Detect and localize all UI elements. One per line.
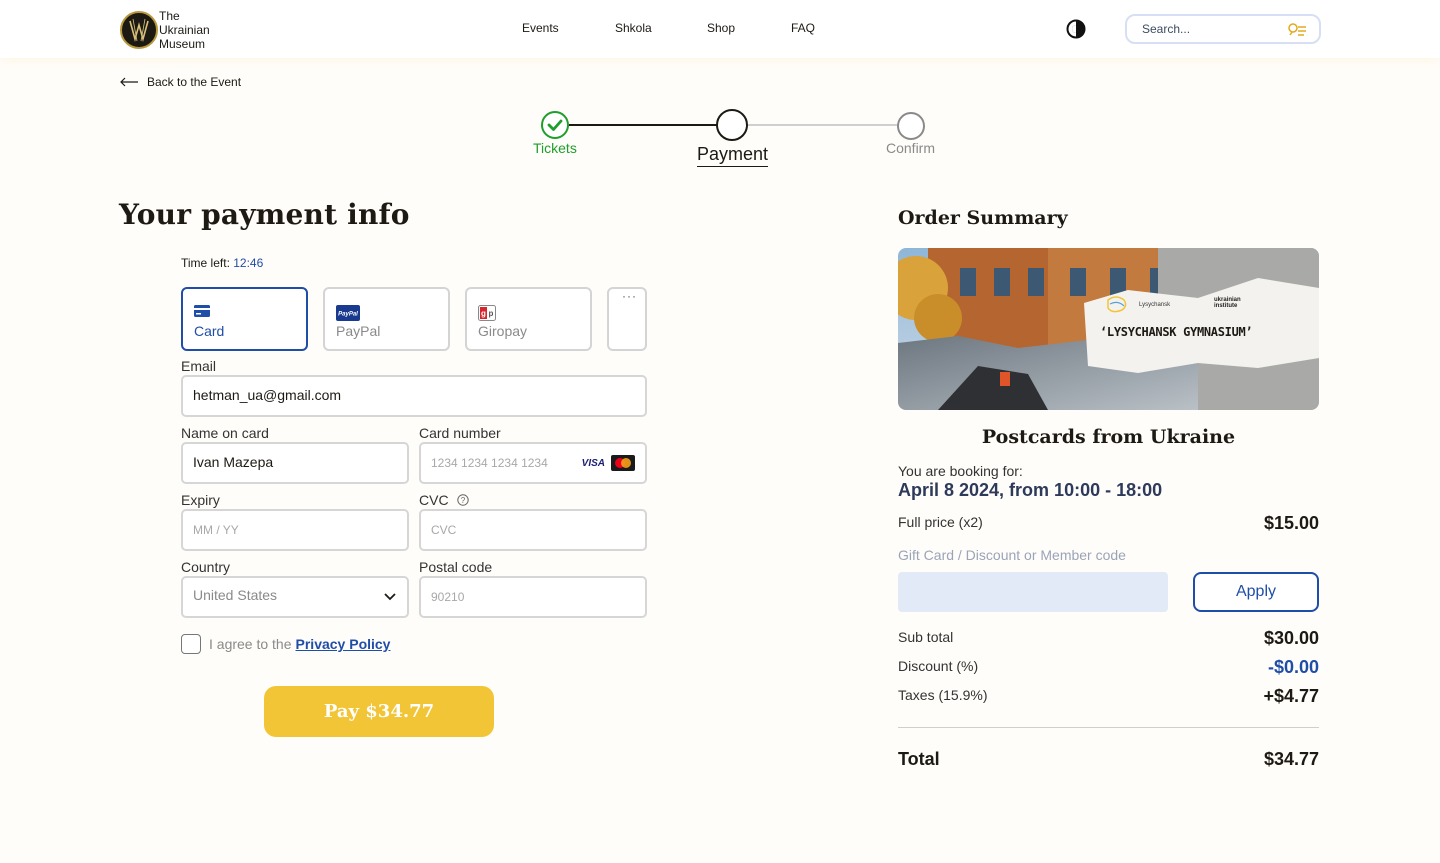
payment-method-label: Giropay xyxy=(478,323,528,339)
payment-method-label: Card xyxy=(194,323,225,339)
cvc-input[interactable] xyxy=(431,521,635,537)
card-number-field[interactable]: VISA xyxy=(419,442,647,484)
card-number-input[interactable] xyxy=(431,454,581,470)
card-icon xyxy=(194,305,210,317)
card-brands: VISA xyxy=(582,455,635,471)
stepper-line-upcoming xyxy=(747,124,898,126)
subtotal-label: Sub total xyxy=(898,629,954,645)
full-price-label: Full price (x2) xyxy=(898,514,983,530)
cvc-label: CVC xyxy=(419,492,449,508)
svg-text:PayPal: PayPal xyxy=(338,312,358,318)
privacy-policy-link[interactable]: Privacy Policy xyxy=(296,636,391,652)
card-number-label: Card number xyxy=(419,425,501,441)
mastercard-icon xyxy=(611,455,635,471)
paypal-icon: PayPal xyxy=(336,305,360,321)
name-on-card-input[interactable] xyxy=(193,454,397,470)
payment-method-paypal[interactable]: PayPal PayPal xyxy=(323,287,450,351)
giropay-icon: g p xyxy=(478,305,496,321)
visa-icon: VISA xyxy=(581,457,605,469)
step-payment xyxy=(716,109,748,141)
discount-code-label: Gift Card / Discount or Member code xyxy=(898,547,1126,563)
privacy-agreement: I agree to the Privacy Policy xyxy=(181,634,390,654)
step-confirm-label: Confirm xyxy=(886,140,936,156)
banner-org-right: ukrainian institute xyxy=(1214,297,1241,309)
stepper-line-done xyxy=(569,124,717,126)
cvc-field[interactable] xyxy=(419,509,647,551)
time-left-value: 12:46 xyxy=(233,256,264,270)
summary-divider xyxy=(898,727,1319,728)
email-input[interactable] xyxy=(193,387,635,403)
subtotal-value: $30.00 xyxy=(1263,628,1319,648)
expiry-input[interactable] xyxy=(193,521,397,537)
email-label: Email xyxy=(181,358,217,374)
help-icon[interactable]: ? xyxy=(456,494,469,506)
country-select[interactable]: United States xyxy=(181,576,409,618)
order-summary-title: Order Summary xyxy=(898,207,1068,229)
booking-for-label: You are booking for: xyxy=(898,463,1023,479)
taxes-label: Taxes (15.9%) xyxy=(898,687,988,703)
checkout-stepper: Tickets Payment Confirm xyxy=(0,0,1440,180)
email-field[interactable] xyxy=(181,375,647,417)
total-label: Total xyxy=(898,749,940,769)
discount-label: Discount (%) xyxy=(898,658,979,674)
svg-text:?: ? xyxy=(460,496,465,505)
time-left-label: Time left: xyxy=(181,256,230,270)
pay-button[interactable]: Pay $34.77 xyxy=(264,686,494,737)
agree-text: I agree to the xyxy=(209,636,292,652)
more-label: ··· xyxy=(622,289,637,303)
postal-code-input[interactable] xyxy=(431,588,635,604)
step-tickets-label: Tickets xyxy=(533,140,577,156)
expiry-label: Expiry xyxy=(181,492,220,508)
event-name: Postcards from Ukraine xyxy=(981,426,1236,448)
step-tickets[interactable] xyxy=(541,111,569,139)
banner-title: ‘LYSYCHANSK GYMNASIUM’ xyxy=(1100,325,1253,339)
checkmark-icon xyxy=(547,119,563,131)
payment-method-label: PayPal xyxy=(336,323,381,339)
postal-code-label: Postal code xyxy=(419,559,493,575)
step-confirm xyxy=(897,112,925,140)
full-price-value: $15.00 xyxy=(1263,513,1319,533)
expiry-field[interactable] xyxy=(181,509,409,551)
taxes-value: +$4.77 xyxy=(1263,686,1319,706)
name-on-card-label: Name on card xyxy=(181,425,269,441)
more-payment-methods-button[interactable]: ··· xyxy=(607,287,647,351)
discount-code-input[interactable] xyxy=(898,572,1168,612)
country-label: Country xyxy=(181,559,231,575)
name-on-card-field[interactable] xyxy=(181,442,409,484)
step-payment-label: Payment xyxy=(697,144,769,167)
time-left: Time left: 12:46 xyxy=(181,256,263,270)
apply-button[interactable]: Apply xyxy=(1193,572,1319,612)
svg-text:p: p xyxy=(489,309,494,318)
banner-org-left: Lysychansk xyxy=(1139,302,1171,308)
svg-text:g: g xyxy=(481,309,486,318)
chevron-down-icon xyxy=(384,593,396,601)
discount-value: -$0.00 xyxy=(1267,657,1319,677)
payment-method-giropay[interactable]: g p Giropay xyxy=(465,287,592,351)
page-title: Your payment info xyxy=(119,198,410,231)
booking-date: April 8 2024, from 10:00 - 18:00 xyxy=(898,480,1163,500)
privacy-checkbox[interactable] xyxy=(181,634,201,654)
event-banner-image: Lysychansk ukrainian institute ‘LYSYCHAN… xyxy=(898,248,1319,410)
payment-method-card[interactable]: Card xyxy=(181,287,308,351)
postal-code-field[interactable] xyxy=(419,576,647,618)
total-value: $34.77 xyxy=(1263,749,1319,769)
country-dropdown[interactable]: United States xyxy=(193,587,397,603)
cvc-label-wrap: CVC ? xyxy=(419,492,469,508)
